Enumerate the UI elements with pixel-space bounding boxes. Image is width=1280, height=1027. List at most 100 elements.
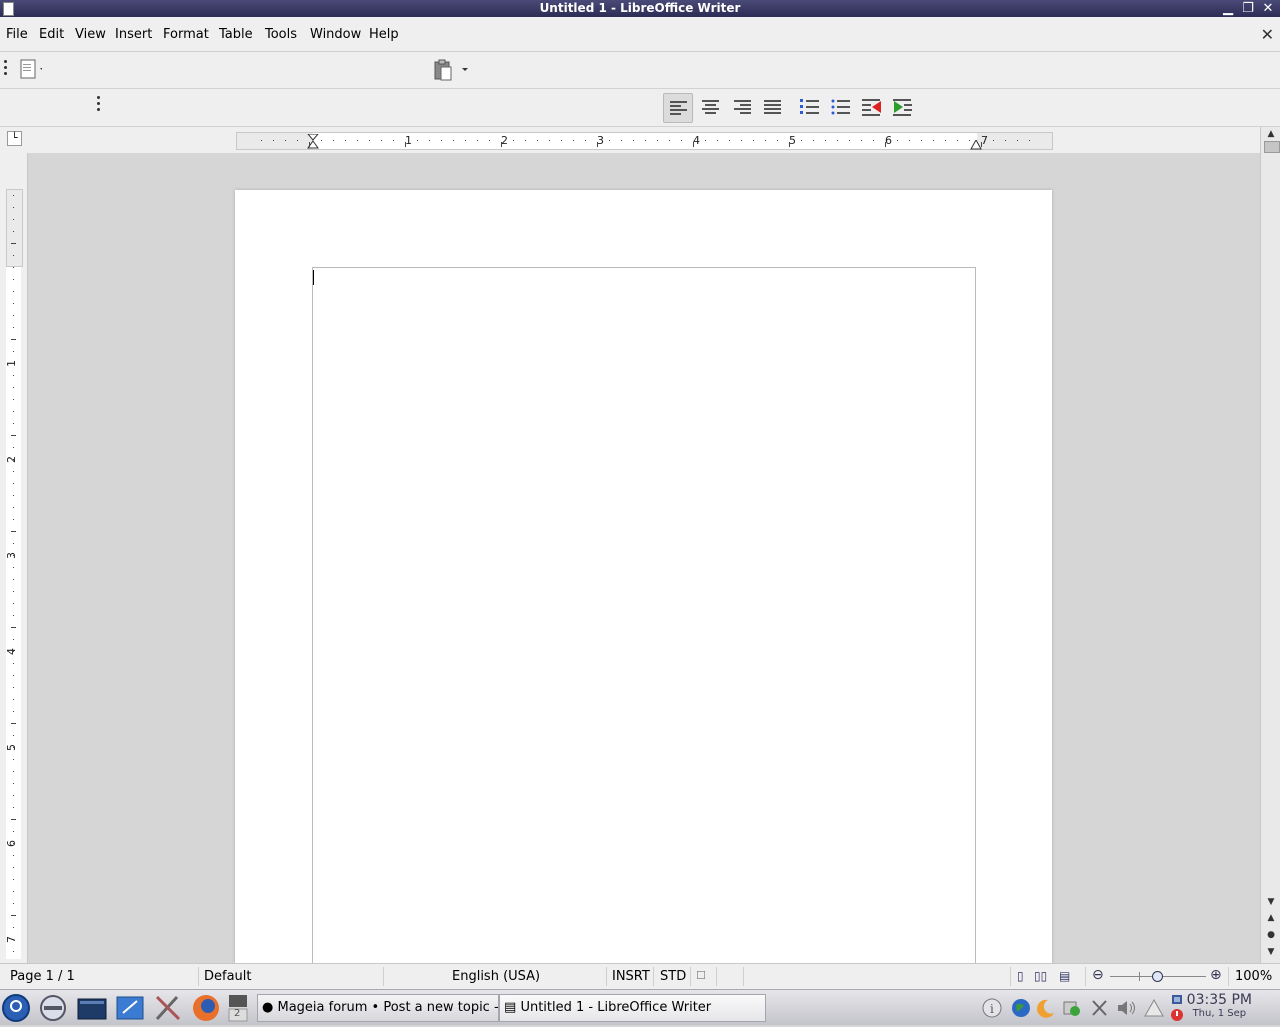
maximize-icon[interactable]: ❐ [1239,0,1257,17]
clipboard-icon[interactable] [1090,998,1110,1018]
scroll-down-icon[interactable]: ▼ [1261,895,1280,909]
standard-toolbar [0,52,1280,89]
ruler-tick [669,140,670,141]
toolbar-grip-icon[interactable] [4,60,7,78]
menu-file[interactable]: File [6,27,28,42]
ruler-tick [513,140,514,141]
task-firefox[interactable]: ● Mageia forum • Post a new topic - [257,994,499,1022]
document-page[interactable] [235,190,1052,963]
ruler-number: 2 [501,134,508,147]
document-modified-icon[interactable]: ☐ [696,969,706,982]
ruler-tick [11,243,16,244]
ruler-tick [501,142,502,147]
ruler-tick [13,399,14,400]
ruler-tick [13,843,14,844]
task-label: Mageia forum • Post a new topic - [277,1000,499,1015]
ruler-tick [549,140,550,141]
menu-edit[interactable]: Edit [39,27,64,42]
tools-icon[interactable] [153,993,183,1023]
multi-page-view-icon[interactable]: ▯▯ [1034,969,1047,983]
ruler-strip: 1 2 3 4 5 6 7 [236,132,1053,150]
ruler-number: 2 [5,456,18,463]
document-area[interactable] [28,153,1260,963]
zoom-level[interactable]: 100% [1235,969,1272,984]
zoom-out-icon[interactable]: ⊖ [1092,967,1104,983]
horizontal-ruler[interactable]: └ 1 2 3 4 5 6 7 [0,127,1260,153]
ruler-tick [345,140,346,141]
night-mode-icon[interactable] [1036,998,1056,1018]
paste-icon[interactable] [432,58,468,82]
tab-type-icon[interactable]: └ [7,131,22,146]
page-count[interactable]: Page 1 / 1 [10,969,75,984]
numbering-icon[interactable] [798,95,822,119]
new-document-icon[interactable] [18,58,46,82]
ruler-tick [13,447,14,448]
bullets-icon[interactable] [829,95,853,119]
justify-button[interactable] [758,93,786,121]
vertical-scrollbar[interactable]: ▲ ▼ ▲ ● ▼ [1260,127,1280,963]
ruler-tick [645,140,646,141]
zoom-slider-handle[interactable] [1152,971,1163,982]
mageia-menu-icon[interactable] [1,993,31,1023]
control-center-icon[interactable] [115,993,145,1023]
navigator-icon[interactable]: ● [1261,928,1280,942]
notification-icon[interactable] [1144,998,1164,1018]
logout-icon[interactable] [1170,1008,1184,1026]
ruler-number: 5 [5,744,18,751]
volume-icon[interactable] [1116,998,1136,1018]
menu-tools[interactable]: Tools [265,27,297,42]
ruler-tick [13,363,14,364]
close-icon[interactable]: ✕ [1259,0,1277,17]
ruler-tick [13,687,14,688]
page-style[interactable]: Default [204,969,252,984]
single-page-view-icon[interactable]: ▯ [1017,969,1024,983]
firefox-icon: ● [262,1000,274,1015]
ruler-tick [1029,140,1030,141]
toolbar-grip-icon[interactable] [97,96,100,114]
zoom-in-icon[interactable]: ⊕ [1210,967,1222,983]
menu-insert[interactable]: Insert [115,27,152,42]
ruler-tick [13,303,14,304]
ruler-tick [1005,140,1006,141]
clock[interactable]: 03:35 PM Thu, 1 Sep [1187,992,1252,1019]
previous-page-icon[interactable]: ▲ [1261,911,1280,925]
title-bar[interactable]: Untitled 1 - LibreOffice Writer ▁ ❐ ✕ [0,0,1280,17]
vertical-ruler[interactable]: 1 2 3 4 5 6 7 [0,153,28,963]
update-icon[interactable] [1062,998,1082,1018]
align-right-button[interactable] [728,93,756,121]
next-page-icon[interactable]: ▼ [1261,945,1280,959]
info-icon[interactable]: i [982,998,1002,1018]
globe-icon[interactable] [1011,998,1031,1018]
ruler-tick [13,855,14,856]
ruler-tick [13,543,14,544]
book-view-icon[interactable]: ▤ [1059,969,1070,983]
scroll-up-icon[interactable]: ▲ [1261,127,1280,141]
ruler-tick [909,140,910,141]
network-icon[interactable] [38,993,68,1023]
workspace-switcher[interactable]: 2 [228,993,258,1023]
ruler-tick [13,567,14,568]
task-writer[interactable]: ▤ Untitled 1 - LibreOffice Writer [499,994,766,1022]
menu-window[interactable]: Window [310,27,361,42]
window-title: Untitled 1 - LibreOffice Writer [539,1,741,15]
align-center-button[interactable] [696,93,724,121]
menu-table[interactable]: Table [219,27,253,42]
terminal-icon[interactable] [77,993,107,1023]
menu-view[interactable]: View [75,27,106,42]
close-document-icon[interactable]: ✕ [1261,25,1274,44]
ruler-tick [885,142,886,147]
insert-mode[interactable]: INSRT [612,969,650,984]
language[interactable]: English (USA) [452,969,540,984]
decrease-indent-icon[interactable] [860,95,884,119]
ruler-tick [13,291,14,292]
align-left-button[interactable] [663,93,693,123]
menu-help[interactable]: Help [369,27,399,42]
menu-format[interactable]: Format [163,27,209,42]
scroll-thumb[interactable] [1264,141,1280,153]
increase-indent-icon[interactable] [891,95,915,119]
minimize-icon[interactable]: ▁ [1219,0,1237,17]
firefox-icon[interactable] [191,993,221,1023]
ruler-tick [693,142,694,147]
selection-mode[interactable]: STD [660,969,686,984]
text-body[interactable] [312,267,976,963]
